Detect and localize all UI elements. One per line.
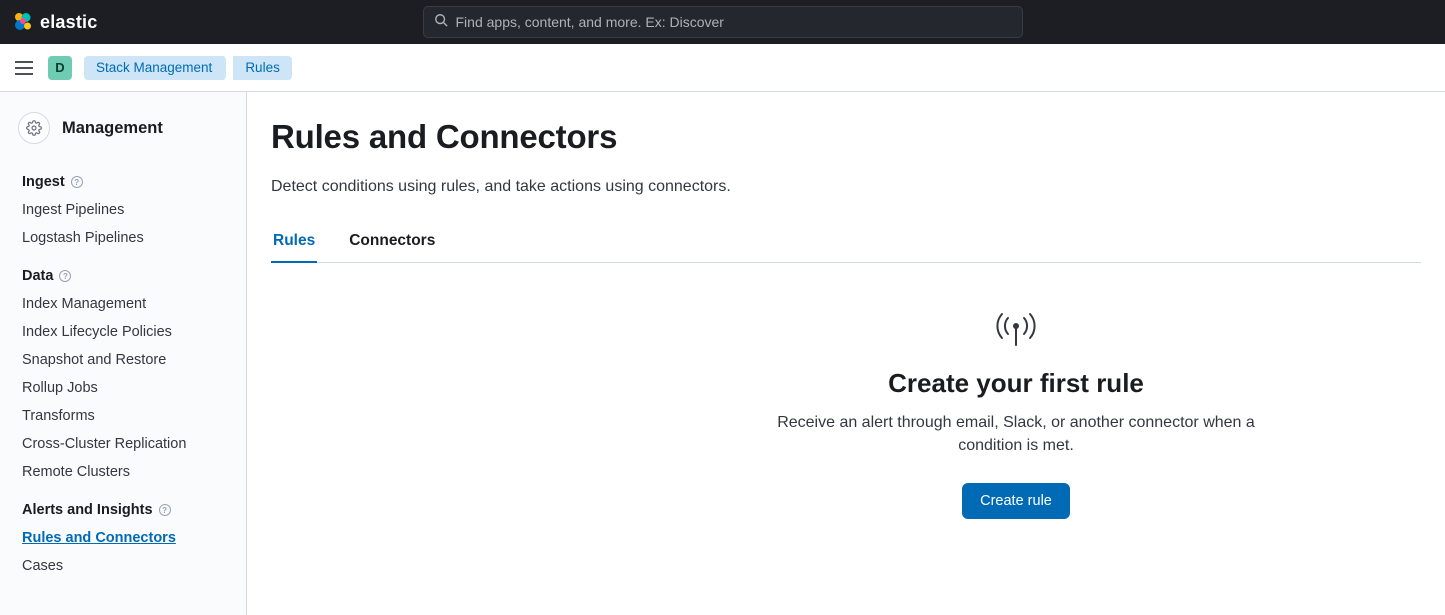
- top-header: elastic: [0, 0, 1445, 44]
- elastic-logo-icon: [12, 11, 34, 33]
- sidebar-item[interactable]: Snapshot and Restore: [0, 346, 246, 374]
- breadcrumb-item[interactable]: Rules: [233, 56, 292, 80]
- sidebar-section-label: Data: [22, 268, 53, 284]
- sidebar-title: Management: [62, 119, 163, 138]
- global-search[interactable]: [423, 6, 1023, 38]
- sidebar-item[interactable]: Index Management: [0, 290, 246, 318]
- sidebar-section-label: Alerts and Insights: [22, 502, 153, 518]
- sidebar-section-title: Ingest?: [0, 158, 246, 196]
- sidebar-item[interactable]: Logstash Pipelines: [0, 224, 246, 252]
- sidebar-item[interactable]: Cases: [0, 552, 246, 580]
- sidebar-item[interactable]: Transforms: [0, 402, 246, 430]
- search-icon: [434, 13, 448, 32]
- sidebar-item[interactable]: Index Lifecycle Policies: [0, 318, 246, 346]
- sidebar-item[interactable]: Cross-Cluster Replication: [0, 430, 246, 458]
- sidebar-item[interactable]: Rollup Jobs: [0, 374, 246, 402]
- tab[interactable]: Connectors: [347, 226, 437, 262]
- gear-icon: [18, 112, 50, 144]
- global-search-input[interactable]: [456, 14, 1012, 30]
- sidebar-item[interactable]: Ingest Pipelines: [0, 196, 246, 224]
- tab-bar: Rules Connectors: [271, 226, 1421, 263]
- create-rule-button[interactable]: Create rule: [962, 483, 1070, 519]
- page-description: Detect conditions using rules, and take …: [271, 178, 1421, 196]
- brand-name: elastic: [40, 12, 97, 33]
- nav-toggle-button[interactable]: [12, 56, 36, 80]
- broadcast-icon: [994, 309, 1038, 352]
- sub-header: D Stack Management Rules: [0, 44, 1445, 92]
- sidebar: Management Ingest?Ingest PipelinesLogsta…: [0, 92, 247, 615]
- sidebar-section-title: Data?: [0, 252, 246, 290]
- main-content: Rules and Connectors Detect conditions u…: [247, 92, 1445, 615]
- breadcrumb-separator: [224, 56, 233, 80]
- help-icon[interactable]: ?: [159, 504, 171, 516]
- empty-state-title: Create your first rule: [888, 368, 1144, 399]
- breadcrumb: Stack Management Rules: [84, 56, 292, 80]
- sidebar-item[interactable]: Remote Clusters: [0, 458, 246, 486]
- page-title: Rules and Connectors: [271, 118, 1421, 156]
- help-icon[interactable]: ?: [71, 176, 83, 188]
- tab[interactable]: Rules: [271, 226, 317, 262]
- space-selector[interactable]: D: [48, 56, 72, 80]
- brand-logo[interactable]: elastic: [12, 11, 97, 33]
- sidebar-item[interactable]: Rules and Connectors: [0, 524, 246, 552]
- empty-state-description: Receive an alert through email, Slack, o…: [746, 411, 1286, 457]
- sidebar-section-title: Alerts and Insights?: [0, 486, 246, 524]
- help-icon[interactable]: ?: [59, 270, 71, 282]
- breadcrumb-item[interactable]: Stack Management: [84, 56, 224, 80]
- sidebar-section-label: Ingest: [22, 174, 65, 190]
- empty-state: Create your first rule Receive an alert …: [271, 309, 1421, 519]
